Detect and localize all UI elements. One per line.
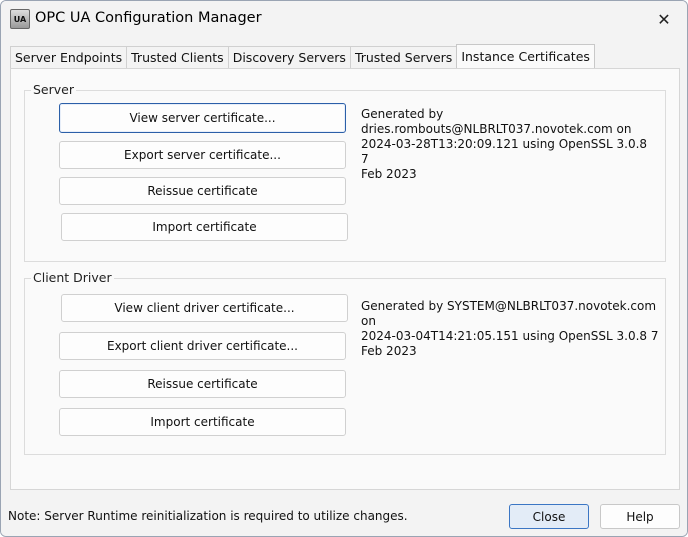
view-client-driver-certificate-button[interactable]: View client driver certificate... — [61, 294, 348, 322]
server-group: Server View server certificate... Export… — [24, 82, 666, 262]
close-button[interactable]: Close — [509, 504, 589, 529]
view-server-certificate-button[interactable]: View server certificate... — [59, 103, 346, 133]
tab-server-endpoints[interactable]: Server Endpoints — [10, 46, 128, 69]
reissue-client-driver-certificate-button[interactable]: Reissue certificate — [59, 370, 346, 398]
client-driver-group-label: Client Driver — [31, 270, 114, 285]
tab-instance-certificates[interactable]: Instance Certificates — [456, 44, 595, 69]
export-client-driver-certificate-button[interactable]: Export client driver certificate... — [59, 332, 346, 360]
app-icon-text: UA — [13, 14, 27, 24]
help-button[interactable]: Help — [600, 504, 680, 529]
client-driver-group: Client Driver View client driver certifi… — [24, 270, 666, 455]
app-icon: UA — [10, 9, 30, 29]
tab-trusted-clients[interactable]: Trusted Clients — [126, 46, 229, 69]
close-window-icon[interactable]: ✕ — [641, 1, 687, 37]
import-client-driver-certificate-button[interactable]: Import certificate — [59, 408, 346, 436]
client-driver-certificate-info: Generated by SYSTEM@NLBRLT037.novotek.co… — [361, 299, 661, 359]
tab-trusted-servers[interactable]: Trusted Servers — [349, 46, 458, 69]
reissue-server-certificate-button[interactable]: Reissue certificate — [59, 177, 346, 205]
client-driver-info-line: Generated by SYSTEM@NLBRLT037.novotek.co… — [361, 299, 657, 328]
reinitialization-note: Note: Server Runtime reinitialization is… — [8, 509, 408, 523]
title-bar: UA OPC UA Configuration Manager ✕ — [1, 1, 687, 37]
instance-certificates-panel: Server View server certificate... Export… — [10, 68, 680, 490]
server-group-label: Server — [31, 82, 76, 97]
config-manager-window: UA OPC UA Configuration Manager ✕ Server… — [0, 0, 688, 537]
server-info-line: 2024-03-28T13:20:09.121 using OpenSSL 3.… — [361, 137, 648, 166]
client-driver-info-line: Feb 2023 — [361, 344, 417, 358]
footer-bar: Note: Server Runtime reinitialization is… — [1, 493, 687, 536]
client-driver-info-line: 2024-03-04T14:21:05.151 using OpenSSL 3.… — [361, 329, 659, 343]
server-certificate-info: Generated by dries.rombouts@NLBRLT037.no… — [361, 107, 651, 182]
tab-strip: Server Endpoints Trusted Clients Discove… — [10, 44, 595, 69]
import-server-certificate-button[interactable]: Import certificate — [61, 213, 348, 241]
server-info-line: Feb 2023 — [361, 167, 417, 181]
server-info-line: Generated by — [361, 107, 444, 121]
window-title: OPC UA Configuration Manager — [35, 10, 262, 26]
tab-discovery-servers[interactable]: Discovery Servers — [227, 46, 351, 69]
server-info-line: dries.rombouts@NLBRLT037.novotek.com on — [361, 122, 632, 136]
export-server-certificate-button[interactable]: Export server certificate... — [59, 141, 346, 169]
